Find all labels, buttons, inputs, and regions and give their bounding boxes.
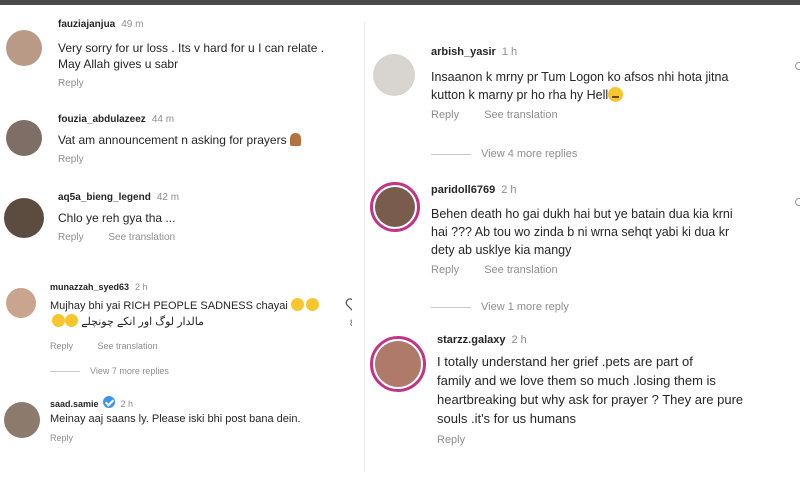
right-comments-panel: arbish_yasir 1 h Insaanon k mrny pr Tum L… [364,22,800,472]
laughing-emoji-icon [52,314,65,327]
avatar[interactable] [375,341,421,387]
comment-text: Insaanon k mrny pr Tum Logon ko afsos nh… [431,70,729,102]
avatar[interactable] [6,120,42,156]
comment-text: Chlo ye reh gya tha ... [58,211,176,225]
like-count: 8 [350,318,352,328]
comment-item: paridoll6769 2 h Behen death ho gai dukh … [365,174,800,284]
laughing-emoji-icon [305,298,319,311]
avatar[interactable] [375,187,415,227]
view-more-replies[interactable]: View 7 more replies [50,366,169,376]
comment-item: aq5a_bieng_legend 42 m Chlo ye reh gya th… [0,184,352,254]
see-translation-button[interactable]: See translation [98,341,158,351]
comment-username[interactable]: starzz.galaxy 2 h [437,334,527,346]
see-translation-button[interactable]: See translation [484,109,557,121]
comment-actions: Reply [58,78,106,89]
avatar[interactable] [4,198,44,238]
comment-actions: Reply See translation [58,232,197,243]
comment-actions: Reply See translation [431,109,580,121]
comment-item: arbish_yasir 1 h Insaanon k mrny pr Tum L… [365,22,800,132]
comment-actions: Reply [50,433,95,443]
left-comments-panel: fauziajanjua 49 m Very sorry for ur loss … [0,8,352,448]
view-more-replies[interactable]: View 4 more replies [431,148,577,160]
avatar[interactable] [4,402,40,438]
comment-actions: Reply [58,154,106,165]
like-heart-icon[interactable] [795,62,800,70]
reply-button[interactable]: Reply [431,264,459,276]
like-heart-icon[interactable] [345,298,352,317]
comment-text: Meinay aaj saans ly. Please iski bhi pos… [50,413,301,425]
comment-text: Very sorry for ur loss . Its v hard for … [58,41,325,71]
person-emoji-icon [289,133,301,146]
comment-item: fauziajanjua 49 m Very sorry for ur loss … [0,8,352,94]
reply-button[interactable]: Reply [58,154,84,165]
neutral-face-emoji-icon [608,87,624,102]
comment-text: Vat am announcement n asking for prayers [58,133,301,147]
comment-actions: Reply See translation [431,264,580,276]
comment-actions: Reply See translation [50,341,180,351]
comment-username[interactable]: munazzah_syed63 2 h [50,282,148,292]
like-heart-icon[interactable] [795,198,800,206]
comment-text: I totally understand her grief .pets are… [437,354,744,426]
avatar[interactable] [6,30,42,66]
top-border [0,0,800,5]
reply-button[interactable]: Reply [431,109,459,121]
comment-item: saad.samie 2 h Meinay aaj saans ly. Pleas… [0,388,352,448]
reply-button[interactable]: Reply [437,434,465,446]
comment-item: fouzia_abdulazeez 44 m Vat am announcemen… [0,104,352,174]
reply-button[interactable]: Reply [50,433,73,443]
comment-actions: Reply [437,434,487,446]
laughing-emoji-icon [290,298,304,311]
comment-username[interactable]: aq5a_bieng_legend 42 m [58,192,179,203]
comment-username[interactable]: arbish_yasir 1 h [431,46,517,58]
comment-item: starzz.galaxy 2 h I totally understand he… [365,322,800,472]
see-translation-button[interactable]: See translation [108,232,175,243]
laughing-emoji-icon [65,314,78,327]
verified-badge-icon [102,396,115,408]
reply-button[interactable]: Reply [58,78,84,89]
comment-username[interactable]: fauziajanjua 49 m [58,19,143,30]
see-translation-button[interactable]: See translation [484,264,557,276]
reply-button[interactable]: Reply [58,232,84,243]
avatar[interactable] [6,288,36,318]
comment-username[interactable]: saad.samie 2 h [50,396,133,409]
comment-text: Mujhay bhi yai RICH PEOPLE SADNESS chaya… [50,298,319,330]
avatar[interactable] [373,54,415,96]
comment-text: Behen death ho gai dukh hai but ye batai… [431,207,733,257]
comment-username[interactable]: paridoll6769 2 h [431,184,517,196]
comment-username[interactable]: fouzia_abdulazeez 44 m [58,114,174,125]
reply-button[interactable]: Reply [50,341,73,351]
view-more-replies[interactable]: View 1 more reply [431,301,569,313]
